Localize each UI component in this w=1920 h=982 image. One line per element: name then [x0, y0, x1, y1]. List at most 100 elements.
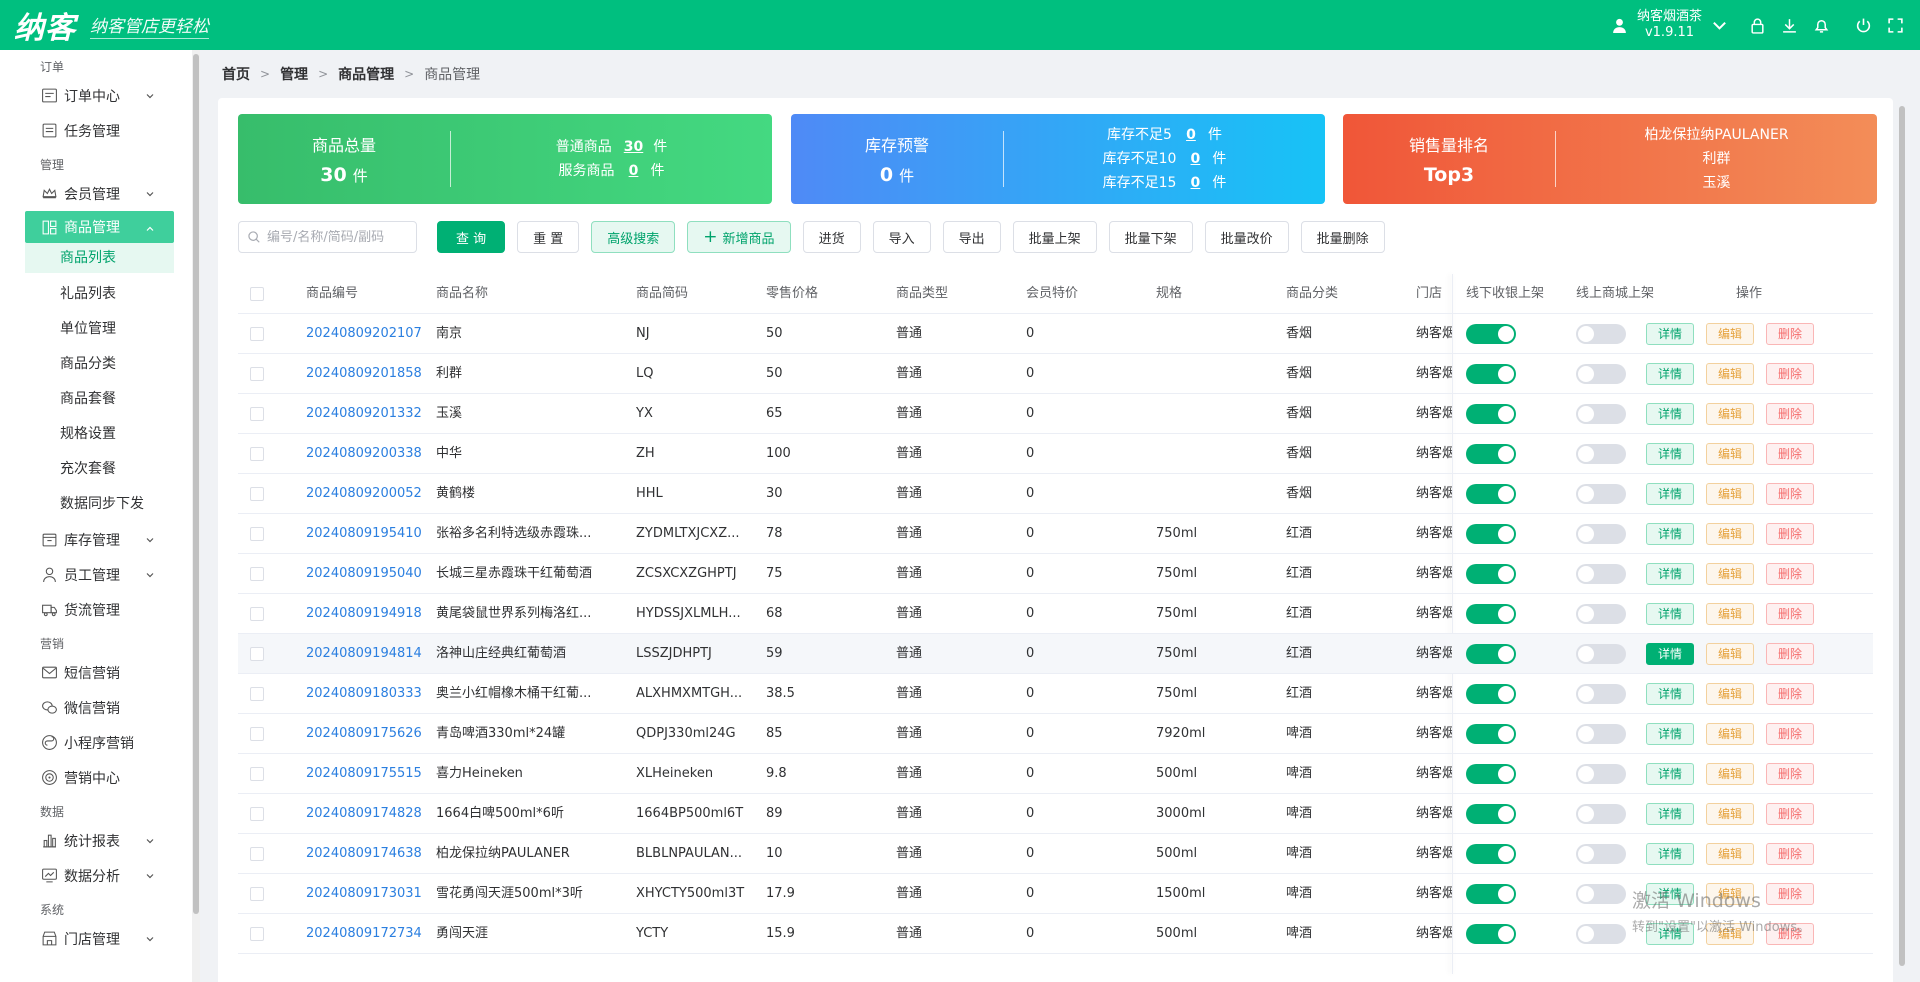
detail-button[interactable]: 详情 [1646, 643, 1694, 665]
detail-button[interactable]: 详情 [1646, 523, 1694, 545]
export-button[interactable]: 导出 [942, 221, 1001, 253]
batch-off-shelf-button[interactable]: 批量下架 [1108, 221, 1193, 253]
row-checkbox[interactable] [250, 527, 264, 541]
detail-button[interactable]: 详情 [1646, 323, 1694, 345]
online-shelf-toggle[interactable] [1576, 644, 1626, 664]
offline-shelf-toggle[interactable] [1466, 684, 1516, 704]
offline-shelf-toggle[interactable] [1466, 604, 1516, 624]
table-row[interactable]: 20240809195040 长城三星赤霞珠干红葡萄酒 ZCSXCXZGHPTJ 75… [238, 554, 1873, 594]
row-checkbox[interactable] [250, 407, 264, 421]
sidebar-subitem-category[interactable]: 商品分类 [0, 347, 200, 382]
cell-code[interactable]: 20240809194918 [306, 594, 422, 634]
edit-button[interactable]: 编辑 [1706, 523, 1754, 545]
page-scrollbar[interactable] [1898, 106, 1906, 982]
sidebar-scrollbar[interactable] [192, 50, 200, 982]
edit-button[interactable]: 编辑 [1706, 603, 1754, 625]
sidebar-subitem-package[interactable]: 商品套餐 [0, 382, 200, 417]
cell-code[interactable]: 20240809200338 [306, 434, 422, 474]
cell-code[interactable]: 20240809195040 [306, 554, 422, 594]
sidebar-item-miniapp[interactable]: 小程序营销 [0, 725, 200, 760]
select-all-checkbox[interactable] [250, 287, 264, 301]
lock-icon[interactable] [1748, 16, 1766, 34]
edit-button[interactable]: 编辑 [1706, 483, 1754, 505]
table-row[interactable]: 20240809174828 1664白啤500ml*6听 1664BP500ml6… [238, 794, 1873, 834]
detail-button[interactable]: 详情 [1646, 403, 1694, 425]
table-row[interactable]: 20240809173031 雪花勇闯天涯500ml*3听 XHYCTY500ml3… [238, 874, 1873, 914]
delete-button[interactable]: 删除 [1766, 843, 1814, 865]
row-checkbox[interactable] [250, 687, 264, 701]
detail-button[interactable]: 详情 [1646, 763, 1694, 785]
offline-shelf-toggle[interactable] [1466, 804, 1516, 824]
row-checkbox[interactable] [250, 447, 264, 461]
cell-code[interactable]: 20240809173031 [306, 874, 422, 914]
sidebar-item-sms[interactable]: 短信营销 [0, 655, 200, 690]
table-row[interactable]: 20240809200052 黄鹤楼 HHL 30 普通 0 香烟 纳客烟 详情 编辑 删除 [238, 474, 1873, 514]
online-shelf-toggle[interactable] [1576, 484, 1626, 504]
cell-code[interactable]: 20240809174828 [306, 794, 422, 834]
offline-shelf-toggle[interactable] [1466, 364, 1516, 384]
delete-button[interactable]: 删除 [1766, 523, 1814, 545]
online-shelf-toggle[interactable] [1576, 724, 1626, 744]
cell-code[interactable]: 20240809202107 [306, 314, 422, 354]
breadcrumb-manage[interactable]: 管理 [280, 64, 308, 84]
offline-shelf-toggle[interactable] [1466, 404, 1516, 424]
online-shelf-toggle[interactable] [1576, 924, 1626, 944]
edit-button[interactable]: 编辑 [1706, 763, 1754, 785]
reset-button[interactable]: 重 置 [517, 221, 580, 253]
delete-button[interactable]: 删除 [1766, 643, 1814, 665]
delete-button[interactable]: 删除 [1766, 763, 1814, 785]
table-row[interactable]: 20240809202107 南京 NJ 50 普通 0 香烟 纳客烟 详情 编辑 删除 [238, 314, 1873, 354]
normal-goods-count[interactable]: 30 [624, 135, 643, 159]
sidebar-subitem-data-sync[interactable]: 数据同步下发 [0, 487, 200, 522]
sidebar-item-logistics[interactable]: 货流管理 [0, 592, 200, 627]
power-icon[interactable] [1854, 16, 1872, 34]
import-button[interactable]: 导入 [872, 221, 931, 253]
cell-code[interactable]: 20240809180333 [306, 674, 422, 714]
table-row[interactable]: 20240809201858 利群 LQ 50 普通 0 香烟 纳客烟 详情 编辑 删除 [238, 354, 1873, 394]
offline-shelf-toggle[interactable] [1466, 764, 1516, 784]
cell-code[interactable]: 20240809194814 [306, 634, 422, 674]
row-checkbox[interactable] [250, 767, 264, 781]
detail-button[interactable]: 详情 [1646, 483, 1694, 505]
sidebar-subitem-recharge[interactable]: 充次套餐 [0, 452, 200, 487]
stock-lt10-count[interactable]: 0 [1188, 147, 1202, 171]
edit-button[interactable]: 编辑 [1706, 643, 1754, 665]
sidebar-subitem-spec[interactable]: 规格设置 [0, 417, 200, 452]
detail-button[interactable]: 详情 [1646, 843, 1694, 865]
offline-shelf-toggle[interactable] [1466, 324, 1516, 344]
delete-button[interactable]: 删除 [1766, 403, 1814, 425]
online-shelf-toggle[interactable] [1576, 404, 1626, 424]
batch-delete-button[interactable]: 批量删除 [1300, 221, 1385, 253]
cell-code[interactable]: 20240809174638 [306, 834, 422, 874]
stock-lt5-count[interactable]: 0 [1184, 123, 1198, 147]
online-shelf-toggle[interactable] [1576, 604, 1626, 624]
detail-button[interactable]: 详情 [1646, 363, 1694, 385]
table-row[interactable]: 20240809195410 张裕多名利特选级赤霞珠... ZYDMLTXJCXZ.… [238, 514, 1873, 554]
delete-button[interactable]: 删除 [1766, 603, 1814, 625]
offline-shelf-toggle[interactable] [1466, 484, 1516, 504]
delete-button[interactable]: 删除 [1766, 323, 1814, 345]
breadcrumb-home[interactable]: 首页 [222, 64, 250, 84]
offline-shelf-toggle[interactable] [1466, 524, 1516, 544]
edit-button[interactable]: 编辑 [1706, 723, 1754, 745]
edit-button[interactable]: 编辑 [1706, 363, 1754, 385]
sidebar-item-marketing-center[interactable]: 营销中心 [0, 760, 200, 795]
cell-code[interactable]: 20240809172734 [306, 914, 422, 954]
edit-button[interactable]: 编辑 [1706, 403, 1754, 425]
online-shelf-toggle[interactable] [1576, 564, 1626, 584]
online-shelf-toggle[interactable] [1576, 524, 1626, 544]
service-goods-count[interactable]: 0 [627, 159, 641, 183]
breadcrumb-goods[interactable]: 商品管理 [338, 64, 394, 84]
batch-on-shelf-button[interactable]: 批量上架 [1012, 221, 1097, 253]
delete-button[interactable]: 删除 [1766, 723, 1814, 745]
bell-icon[interactable] [1812, 16, 1830, 34]
online-shelf-toggle[interactable] [1576, 804, 1626, 824]
offline-shelf-toggle[interactable] [1466, 924, 1516, 944]
sidebar-subitem-gift-list[interactable]: 礼品列表 [0, 277, 200, 312]
sidebar-subitem-unit[interactable]: 单位管理 [0, 312, 200, 347]
edit-button[interactable]: 编辑 [1706, 803, 1754, 825]
sidebar-item-task[interactable]: 任务管理 [0, 113, 200, 148]
table-row[interactable]: 20240809201332 玉溪 YX 65 普通 0 香烟 纳客烟 详情 编辑 删除 [238, 394, 1873, 434]
online-shelf-toggle[interactable] [1576, 444, 1626, 464]
search-input[interactable] [267, 229, 412, 245]
